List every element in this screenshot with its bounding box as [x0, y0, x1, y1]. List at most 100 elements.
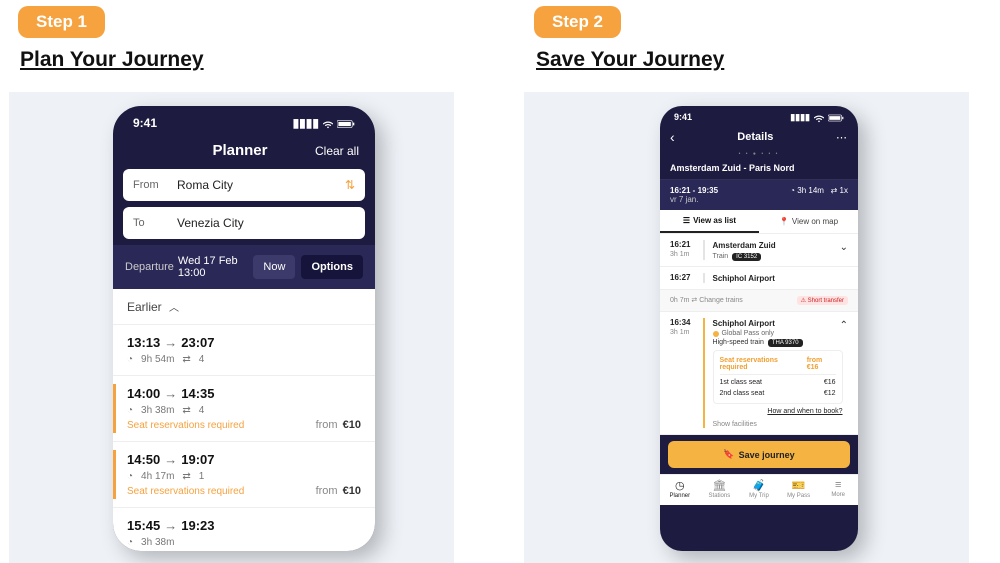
nav-mytrip[interactable]: 🧳My Trip	[739, 479, 779, 499]
reserv-title: Seat reservations required	[720, 357, 807, 371]
now-button[interactable]: Now	[253, 255, 295, 279]
summary-dur: 3h 14m	[797, 186, 824, 195]
bottom-nav: ◷Planner 🏛Stations 🧳My Trip 🎫My Pass ≡Mo…	[660, 474, 858, 505]
status-icons: ▮▮▮▮	[293, 116, 355, 130]
transfer-row: 0h 7m ⇄ Change trains ⚠ Short transfer	[660, 290, 858, 312]
price: from €10	[316, 485, 361, 497]
class2-label: 2nd class seat	[720, 390, 765, 397]
nav-mypass[interactable]: 🎫My Pass	[779, 479, 819, 499]
arrow-icon: →	[164, 518, 177, 533]
status-bar: 9:41 ▮▮▮▮	[660, 106, 858, 125]
segment-row-expanded[interactable]: 16:343h 1m Schiphol Airport Global Pass …	[660, 312, 858, 435]
transfer-text: 0h 7m ⇄ Change trains	[670, 296, 743, 305]
station-name: Amsterdam Zuid	[713, 241, 776, 250]
save-journey-button[interactable]: 🔖 Save journey	[668, 441, 850, 468]
nav-planner[interactable]: ◷Planner	[660, 479, 700, 499]
clock-icon: ◷	[660, 479, 700, 492]
arrow-icon: →	[164, 452, 177, 467]
signal-icon: ▮▮▮▮	[293, 116, 319, 130]
to-label: To	[133, 217, 177, 229]
station-name: Schiphol Airport	[713, 274, 775, 283]
result-row[interactable]: 14:00→14:35 ◔3h 38m⇄4 Seat reservations …	[113, 376, 375, 442]
dep-time: 13:13	[127, 335, 160, 350]
step1-title: Plan Your Journey	[20, 48, 204, 72]
duration: 4h 17m	[141, 471, 174, 482]
seg-time: 16:34	[670, 318, 690, 327]
arr-time: 23:07	[181, 335, 214, 350]
from-input[interactable]: From Roma City ⇅	[123, 169, 365, 201]
changes-icon: ⇄	[182, 405, 190, 416]
list-icon: ☰	[683, 216, 690, 225]
class2-price: €12	[824, 390, 836, 397]
segment-row[interactable]: 16:213h 1m Amsterdam Zuid Train IC 3152 …	[660, 234, 858, 267]
page-title: Details	[675, 131, 836, 143]
result-row[interactable]: 13:13→23:07 ◔9h 54m⇄4	[113, 325, 375, 376]
battery-icon	[828, 113, 844, 123]
seg-time: 16:21	[670, 240, 690, 249]
more-icon[interactable]: ⋯	[836, 131, 848, 144]
chevron-down-icon: ⌄	[840, 242, 848, 253]
train-label: Train	[713, 253, 729, 260]
duration: 3h 38m	[141, 405, 174, 416]
arrow-icon: →	[164, 386, 177, 401]
status-bar: 9:41 ▮▮▮▮	[113, 106, 375, 134]
pin-icon: 📍	[779, 217, 789, 226]
changes: 4	[199, 405, 205, 416]
changes-icon: ⇄	[182, 354, 190, 365]
segment-row[interactable]: 16:27 Schiphol Airport	[660, 267, 858, 290]
to-input[interactable]: To Venezia City	[123, 207, 365, 239]
to-value: Venezia City	[177, 216, 244, 230]
step1-panel: 9:41 ▮▮▮▮ Planner Clear all From Roma Ci…	[9, 92, 454, 563]
result-row[interactable]: 15:45→19:23 ◔3h 38m	[113, 508, 375, 551]
tab-view-as-list[interactable]: ☰View as list	[660, 210, 759, 233]
options-button[interactable]: Options	[301, 255, 363, 279]
nav-more[interactable]: ≡More	[818, 479, 858, 499]
tab-label: View on map	[792, 217, 838, 226]
clock-icon: ◔	[127, 405, 133, 416]
tab-view-on-map[interactable]: 📍View on map	[759, 210, 858, 233]
seg-dur: 3h 1m	[670, 329, 689, 336]
clock-icon: ◔	[127, 471, 133, 482]
dep-time: 14:50	[127, 452, 160, 467]
short-transfer-badge: ⚠ Short transfer	[797, 296, 848, 305]
step2-title: Save Your Journey	[536, 48, 724, 72]
arr-time: 19:07	[181, 452, 214, 467]
earlier-button[interactable]: Earlier ︿	[113, 289, 375, 325]
step1-badge: Step 1	[18, 6, 105, 38]
global-pass-icon	[713, 331, 719, 337]
suitcase-icon: 🧳	[739, 479, 779, 492]
menu-icon: ≡	[818, 479, 858, 491]
from-label: From	[133, 179, 177, 191]
ticket-icon: 🎫	[779, 479, 819, 492]
phone2-screen: 9:41 ▮▮▮▮ ‹ Details ⋯ • • ● • • • Amster…	[660, 106, 858, 551]
summary-date: vr 7 jan.	[670, 195, 698, 204]
class1-price: €16	[824, 379, 836, 386]
signal-icon: ▮▮▮▮	[790, 112, 810, 123]
train-number: THA 9370	[768, 339, 803, 347]
result-row[interactable]: 14:50→19:07 ◔4h 17m⇄1 Seat reservations …	[113, 442, 375, 508]
station-icon: 🏛	[700, 479, 740, 492]
price: from €10	[316, 419, 361, 431]
duration: 3h 38m	[141, 537, 174, 548]
reserv-from: from €16	[807, 357, 836, 371]
clear-all-button[interactable]: Clear all	[315, 144, 359, 158]
show-facilities-link[interactable]: Show facilities	[713, 421, 843, 428]
phone1-screen: 9:41 ▮▮▮▮ Planner Clear all From Roma Ci…	[113, 106, 375, 551]
how-to-book-link[interactable]: How and when to book?	[713, 408, 843, 415]
train-label: High-speed train	[713, 339, 764, 346]
nav-stations[interactable]: 🏛Stations	[700, 479, 740, 499]
arr-time: 19:23	[181, 518, 214, 533]
route-summary: 16:21 - 19:35 vr 7 jan. ◔ 3h 14m ⇄ 1x	[660, 180, 858, 210]
departure-bar[interactable]: Departure Wed 17 Feb 13:00 Now Options	[113, 245, 375, 289]
train-number: IC 3152	[732, 253, 761, 261]
clock: 9:41	[133, 116, 157, 130]
reservation-box: Seat reservations requiredfrom €16 1st c…	[713, 350, 843, 404]
clock-icon: ◔	[790, 186, 795, 195]
from-value: Roma City	[177, 178, 233, 192]
station-name: Schiphol Airport	[713, 319, 775, 328]
summary-times: 16:21 - 19:35	[670, 186, 718, 195]
route-title: Amsterdam Zuid - Paris Nord	[660, 161, 858, 180]
seg-dur: 3h 1m	[670, 251, 689, 258]
swap-icon[interactable]: ⇅	[345, 178, 355, 192]
page-title: Planner	[165, 142, 315, 159]
